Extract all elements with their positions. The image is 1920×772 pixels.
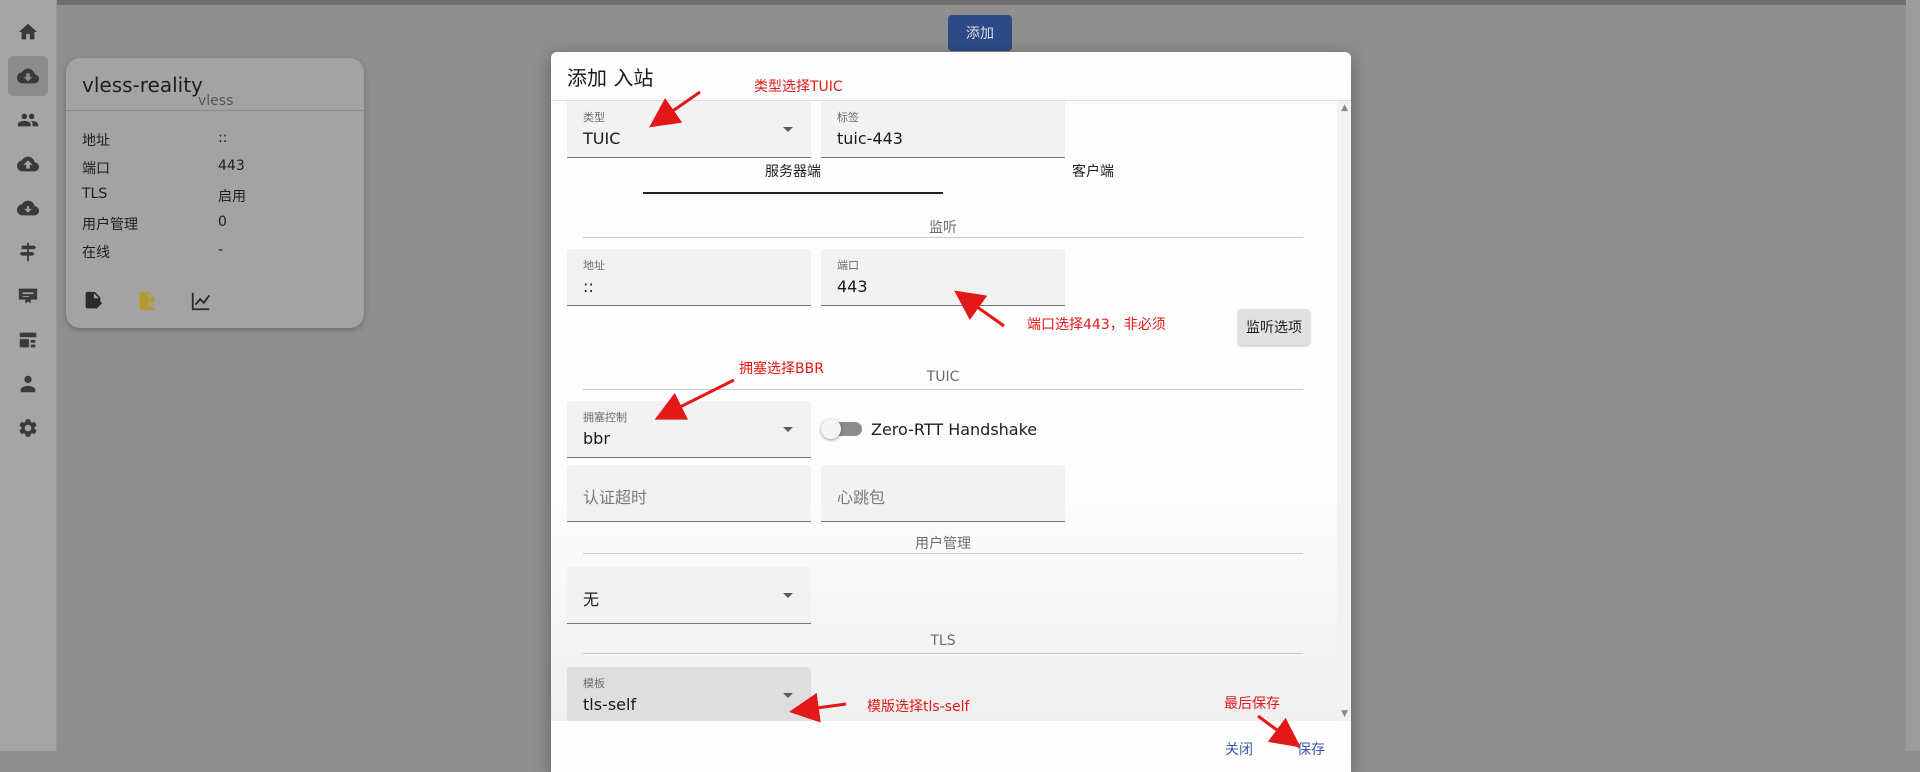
field-placeholder: 认证超时: [583, 488, 648, 507]
server-settings-icon[interactable]: [8, 320, 48, 360]
section-tuic-title: TUIC: [926, 369, 960, 385]
tab-client[interactable]: 客户端: [943, 161, 1243, 181]
inbound-icon[interactable]: [8, 56, 48, 96]
row-value: ::: [218, 130, 228, 146]
home-icon[interactable]: [8, 12, 48, 52]
dialog-title: 添加 入站: [567, 66, 654, 90]
congestion-control-select[interactable]: 拥塞控制 bbr: [567, 401, 811, 458]
tag-field[interactable]: 标签 tuic-443: [821, 101, 1065, 158]
scroll-up-icon[interactable]: ▲: [1341, 103, 1348, 113]
row-value: -: [218, 242, 224, 258]
tls-template-select[interactable]: 模板 tls-self: [567, 667, 811, 721]
section-divider: [583, 237, 1303, 238]
field-label: 地址: [583, 259, 605, 272]
port-field[interactable]: 端口 443: [821, 249, 1065, 306]
annotation-congestion: 拥塞选择BBR: [739, 361, 824, 377]
top-app-bar: [57, 0, 1906, 5]
card-row-online: 在线 -: [82, 242, 223, 262]
card-row-address: 地址 ::: [82, 130, 227, 150]
scroll-down-icon[interactable]: ▼: [1341, 709, 1348, 719]
row-label: 地址: [82, 133, 110, 149]
add-inbound-dialog: 添加 入站 类型 TUIC 标签 tuic-443 服务器端 客户端 监听 地址…: [551, 52, 1351, 772]
section-tls-title: TLS: [930, 633, 956, 649]
row-label: 端口: [82, 161, 110, 177]
row-value: 0: [218, 214, 227, 230]
annotation-type: 类型选择TUIC: [754, 79, 843, 95]
section-users-title: 用户管理: [915, 536, 971, 552]
admin-icon[interactable]: [8, 364, 48, 404]
route-icon[interactable]: [8, 232, 48, 272]
card-row-users: 用户管理 0: [82, 214, 227, 234]
section-listen-title: 监听: [929, 220, 957, 236]
page-scrollbar[interactable]: [1906, 0, 1920, 751]
certificate-icon[interactable]: [8, 276, 48, 316]
card-row-tls: TLS 启用: [82, 186, 246, 205]
card-divider: [66, 110, 364, 111]
field-label: 类型: [583, 111, 605, 124]
card-row-port: 端口 443: [82, 158, 245, 178]
field-value: 443: [837, 277, 868, 296]
annotation-port: 端口选择443，非必须: [1027, 317, 1166, 333]
annotation-save: 最后保存: [1224, 696, 1280, 712]
field-value: bbr: [583, 429, 610, 448]
settings-icon[interactable]: [8, 408, 48, 448]
card-title: vless-reality: [82, 73, 203, 97]
zero-rtt-switch[interactable]: [821, 419, 841, 439]
address-field[interactable]: 地址 ::: [567, 249, 811, 306]
inbound-card: vless-reality vless 地址 :: 端口 443 TLS 启用 …: [66, 58, 364, 328]
users-icon[interactable]: [8, 100, 48, 140]
dropdown-caret-icon: [783, 593, 793, 598]
field-value: tuic-443: [837, 129, 903, 148]
users-select[interactable]: 无: [567, 567, 811, 624]
field-label: 标签: [837, 111, 859, 124]
zero-rtt-label: Zero-RTT Handshake: [871, 420, 1038, 439]
row-label: 用户管理: [82, 217, 138, 233]
field-value: 无: [583, 590, 600, 609]
cloud-sync-icon[interactable]: [8, 188, 48, 228]
row-value: 启用: [218, 189, 246, 205]
dropdown-caret-icon: [783, 427, 793, 432]
edit-icon[interactable]: [82, 290, 104, 312]
dropdown-caret-icon: [783, 693, 793, 698]
save-button[interactable]: 保存: [1297, 739, 1325, 759]
field-label: 模板: [583, 677, 605, 690]
add-inbound-button[interactable]: 添加: [948, 15, 1012, 51]
field-value: ::: [583, 277, 594, 296]
active-tab-indicator: [643, 192, 943, 194]
dialog-header: 添加 入站: [551, 52, 1351, 101]
row-value: 443: [218, 158, 245, 174]
row-label: 在线: [82, 245, 110, 261]
section-divider: [583, 653, 1303, 654]
delete-file-icon[interactable]: [136, 290, 158, 312]
field-value: TUIC: [583, 129, 621, 148]
sidebar-rail: [0, 0, 57, 751]
annotation-template: 模版选择tls-self: [867, 699, 970, 715]
row-label: TLS: [82, 186, 108, 202]
dialog-scrollbar[interactable]: ▲ ▼: [1337, 101, 1351, 721]
dialog-body: 类型 TUIC 标签 tuic-443 服务器端 客户端 监听 地址 :: 端口…: [551, 101, 1351, 721]
chart-icon[interactable]: [190, 290, 212, 312]
section-divider: [583, 389, 1303, 390]
type-select[interactable]: 类型 TUIC: [567, 101, 811, 158]
field-value: tls-self: [583, 695, 637, 714]
listen-options-button[interactable]: 监听选项: [1238, 309, 1310, 345]
cloud-upload-icon[interactable]: [8, 144, 48, 184]
card-protocol: vless: [198, 93, 234, 109]
dropdown-caret-icon: [783, 127, 793, 132]
close-button[interactable]: 关闭: [1225, 739, 1253, 759]
field-label: 端口: [837, 259, 859, 272]
section-divider: [583, 553, 1303, 554]
field-label: 拥塞控制: [583, 411, 627, 424]
auth-timeout-field[interactable]: 认证超时: [567, 465, 811, 522]
card-actions: [82, 290, 212, 312]
tab-server[interactable]: 服务器端: [643, 161, 943, 181]
field-placeholder: 心跳包: [837, 488, 886, 507]
heartbeat-field[interactable]: 心跳包: [821, 465, 1065, 522]
